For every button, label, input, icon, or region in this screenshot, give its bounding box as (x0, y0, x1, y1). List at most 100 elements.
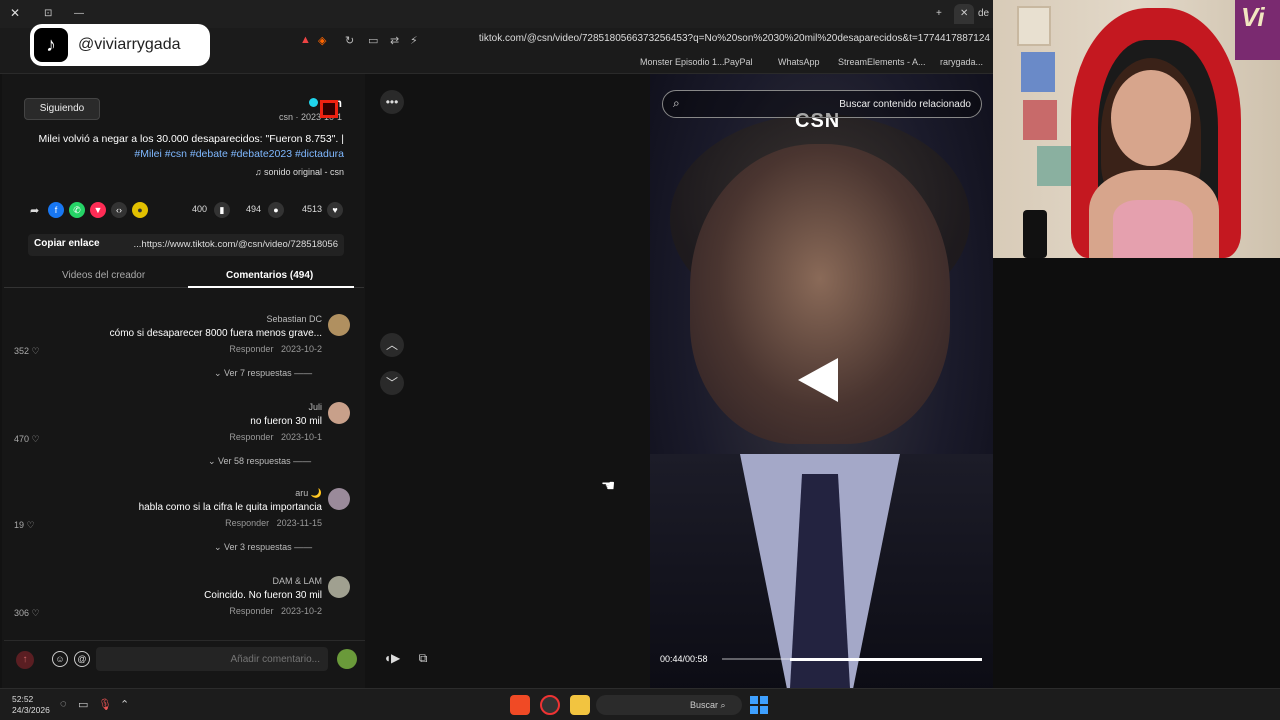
comment-date: 2023-10-2 (280, 344, 322, 354)
video-player[interactable]: CSN ⌕ Buscar contenido relacionado 00:44… (650, 74, 993, 688)
new-tab-button[interactable]: + (930, 4, 948, 24)
coin-icon[interactable]: ● (132, 202, 148, 218)
comment-tabs: Videos del creador Comentarios (494) (4, 264, 364, 288)
pinterest-icon[interactable]: ▼ (90, 202, 106, 218)
previous-video-button[interactable]: ︿ (380, 333, 404, 357)
comment-icon[interactable]: ● (268, 202, 284, 218)
avatar[interactable] (328, 488, 350, 510)
channel-logo: Vi (1235, 0, 1280, 60)
comment-like[interactable]: 19 ♡ (14, 520, 35, 531)
battery-icon[interactable]: ▭ (78, 698, 88, 711)
post-sound[interactable]: ♫ sonido original - csn (122, 167, 344, 177)
reply-link[interactable]: Responder (229, 344, 273, 354)
saves-count: 400 (192, 204, 208, 214)
comment-user[interactable]: aru 🌙 (295, 488, 322, 499)
send-arrow-icon[interactable]: ↑ (16, 651, 34, 669)
streamer-handle: @viviarrygada (78, 36, 181, 53)
tab-1[interactable]: ⊡ (38, 4, 58, 24)
reply-link[interactable]: Responder (225, 518, 269, 528)
wall-poster (1021, 52, 1055, 92)
reply-link[interactable]: Responder (229, 432, 273, 442)
brave-browser-icon[interactable] (510, 695, 530, 715)
url-field[interactable]: tiktok.com/@csn/video/728518056637325645… (430, 33, 990, 44)
close-window-icon[interactable]: ✕ (10, 6, 20, 20)
more-options-icon[interactable]: ••• (380, 90, 404, 114)
person-face (1111, 70, 1191, 166)
whatsapp-icon[interactable]: ✆ (69, 202, 85, 218)
comment-item: Juli no fueron 30 mil Responder 2023-10-… (4, 388, 364, 476)
avatar[interactable] (328, 314, 350, 336)
minimize-icon[interactable]: — (68, 4, 90, 24)
copy-link-button[interactable]: Copiar enlace (34, 238, 100, 249)
video-time: 00:44/00:58 (660, 654, 708, 664)
reload-icon[interactable]: ↻ (345, 34, 354, 47)
bookmark-monster[interactable]: Monster Episodio 1... (640, 57, 725, 67)
following-button[interactable]: Siguiendo (24, 98, 100, 120)
author-avatar[interactable] (320, 100, 338, 118)
taskbar-search[interactable]: Buscar ⌕ (596, 695, 742, 715)
tiktok-logo-icon: ♪ (34, 28, 68, 62)
view-replies[interactable]: ⌄ Ver 3 respuestas —— (214, 542, 312, 553)
comment-composer: ↑ ☺ @ (4, 640, 367, 676)
stream-background (993, 258, 1280, 688)
bookmark-other[interactable]: rarygada... (940, 57, 983, 67)
reply-link[interactable]: Responder (229, 606, 273, 616)
tab-comments[interactable]: Comentarios (494) (226, 270, 313, 281)
volume-icon[interactable]: ◖▶ (380, 646, 404, 670)
post-hashtags[interactable]: #Milei #csn #debate #debate2023 #dictadu… (24, 148, 344, 160)
brave-shield-icon[interactable]: ◈ (318, 34, 326, 47)
comments-count: 494 (246, 204, 262, 214)
play-icon[interactable] (798, 358, 838, 402)
alert-icon[interactable]: ▲ (300, 34, 311, 46)
wifi-icon[interactable]: ◌ (60, 698, 67, 710)
screen-icon[interactable]: ▭ (368, 34, 378, 47)
comment-like[interactable]: 352 ♡ (14, 346, 40, 357)
comment-like[interactable]: 306 ♡ (14, 608, 40, 619)
video-progress-fill (789, 658, 982, 661)
heart-icon[interactable]: ♥ (327, 202, 343, 218)
comment-user[interactable]: DAM & LAM (272, 576, 322, 586)
view-replies[interactable]: ⌄ Ver 58 respuestas —— (208, 456, 311, 467)
pip-icon[interactable]: ⧉ (411, 646, 435, 670)
next-video-button[interactable]: ﹀ (380, 371, 404, 395)
video-link[interactable]: https://www.tiktok.com/@csn/video/728518… (118, 239, 339, 250)
avatar[interactable] (328, 576, 350, 598)
emoji-icon[interactable]: ☺ (52, 651, 68, 667)
hand-cursor-icon: ☚ (601, 478, 616, 495)
extension-icon[interactable]: ⚡ (410, 34, 418, 47)
view-replies[interactable]: ⌄ Ver 7 respuestas —— (214, 368, 312, 379)
likes-count: 4513 (302, 204, 323, 214)
bookmark-icon[interactable]: ▮ (214, 202, 230, 218)
avatar[interactable] (328, 402, 350, 424)
tab-creator-videos[interactable]: Videos del creador (62, 270, 145, 281)
comment-date: 2023-10-2 (280, 606, 322, 616)
comment-input[interactable] (96, 647, 328, 671)
mention-icon[interactable]: @ (74, 651, 90, 667)
mic-icon[interactable]: 🎙 (98, 698, 112, 711)
video-progress-bar[interactable] (722, 658, 982, 661)
post-description: Milei volvió a negar a los 30.000 desapa… (38, 133, 344, 145)
avatar[interactable] (337, 649, 357, 669)
comment-item: DAM & LAM Coincido. No fueron 30 mil Res… (4, 562, 364, 630)
bookmark-paypal[interactable]: PayPal (724, 57, 753, 67)
comment-user[interactable]: Sebastian DC (266, 314, 322, 324)
related-search-box[interactable]: ⌕ Buscar contenido relacionado (662, 90, 982, 118)
active-tab-indicator (188, 286, 354, 288)
file-explorer-icon[interactable] (570, 695, 590, 715)
bookmark-streamelements[interactable]: StreamElements - A... (838, 57, 926, 67)
embed-icon[interactable]: ‹› (111, 202, 127, 218)
bookmark-whatsapp[interactable]: WhatsApp (778, 57, 820, 67)
windows-start-icon[interactable] (750, 696, 768, 714)
obs-icon[interactable] (540, 695, 560, 715)
chevron-up-icon[interactable]: ⌃ (120, 698, 129, 711)
taskbar-clock[interactable]: 52:52 24/3/2026 (12, 694, 50, 716)
comment-like[interactable]: 470 ♡ (14, 434, 40, 445)
tab-2[interactable]: de (972, 4, 995, 24)
facebook-icon[interactable]: f (48, 202, 64, 218)
wall-poster (1023, 100, 1057, 140)
share-icon[interactable]: ➦ (30, 204, 39, 217)
streamer-handle-badge: ♪ @viviarrygada (30, 24, 210, 66)
comment-user[interactable]: Juli (308, 402, 322, 412)
translate-icon[interactable]: ⇄ (390, 34, 399, 47)
wall-poster (1037, 146, 1071, 186)
